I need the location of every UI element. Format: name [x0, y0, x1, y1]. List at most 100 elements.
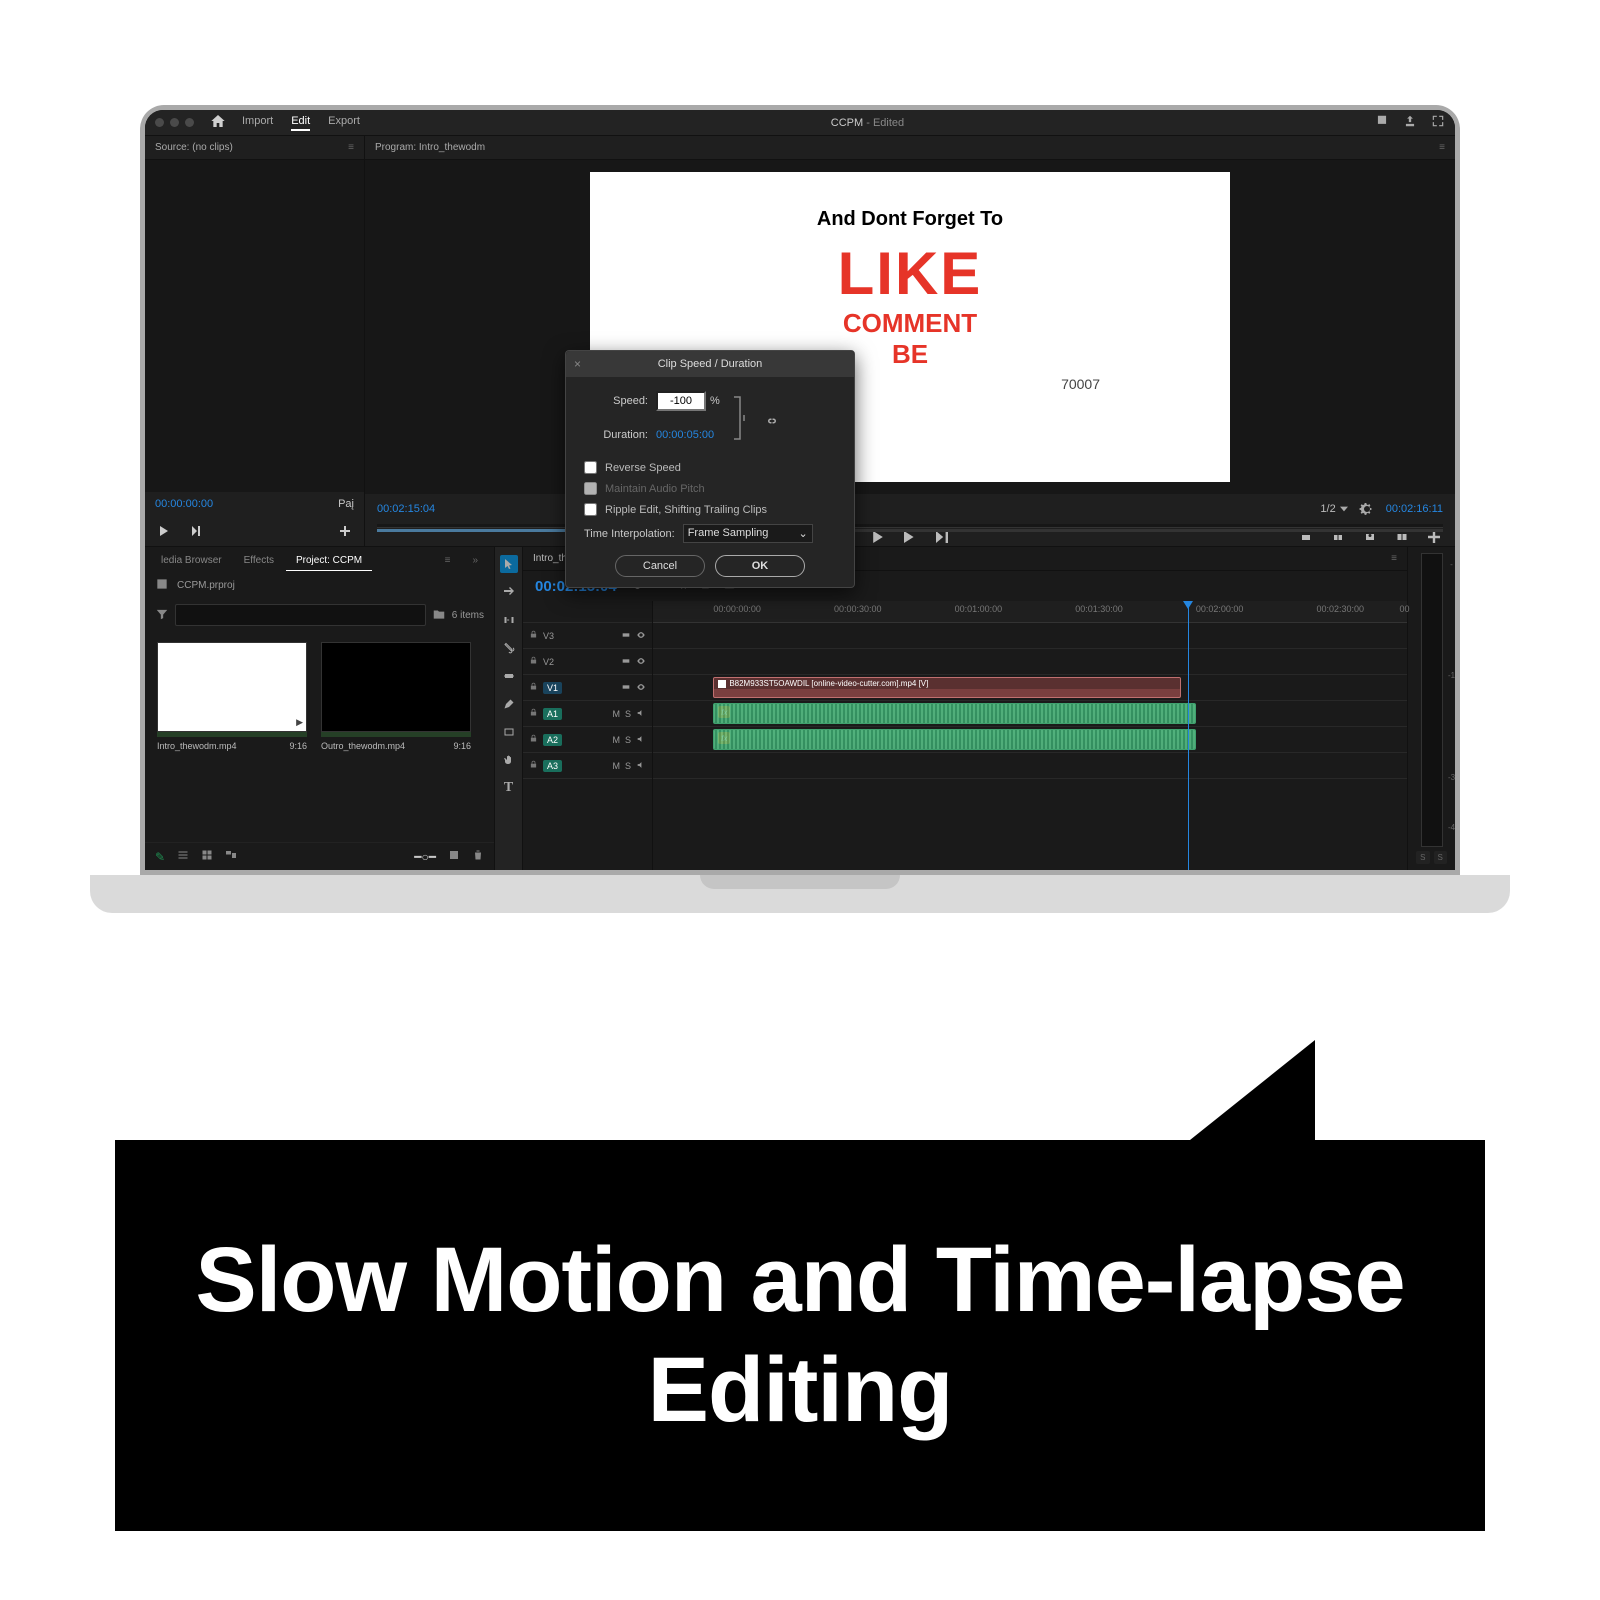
- program-monitor: And Dont Forget To LIKE COMMENT BE 70007: [365, 160, 1455, 494]
- audio-meters: - 0 -18 -36 -46 SS: [1407, 547, 1455, 870]
- solo-right[interactable]: S: [1434, 851, 1447, 864]
- dialog-title: × Clip Speed / Duration: [566, 351, 854, 377]
- track-v1[interactable]: B82M933ST5OAWDIL [online-video-cutter.co…: [653, 675, 1407, 701]
- ok-button[interactable]: OK: [715, 555, 805, 577]
- icon-view-icon[interactable]: [201, 849, 213, 864]
- traffic-close[interactable]: [155, 118, 164, 127]
- program-scrubber[interactable]: [377, 524, 1443, 528]
- close-icon[interactable]: ×: [574, 357, 581, 371]
- home-icon[interactable]: [210, 113, 226, 132]
- workspace-tabs[interactable]: Import Edit Export: [242, 115, 360, 131]
- tab-media-browser[interactable]: ledia Browser: [151, 551, 232, 571]
- settings-icon[interactable]: [1358, 500, 1376, 518]
- duration-value[interactable]: 00:00:05:00: [656, 429, 714, 441]
- link-icon[interactable]: [766, 415, 778, 427]
- track-a2[interactable]: fx: [653, 727, 1407, 753]
- duration-label: Duration:: [584, 429, 648, 441]
- time-interpolation-dropdown[interactable]: Frame Sampling ⌄: [683, 524, 813, 543]
- window-controls[interactable]: [155, 118, 194, 127]
- track-header-a2[interactable]: A2MS: [523, 727, 652, 753]
- traffic-max[interactable]: [185, 118, 194, 127]
- track-a3[interactable]: [653, 753, 1407, 779]
- program-bottom-bar: 00:02:15:04 Fit 1/2 00:02:16:11: [365, 494, 1455, 524]
- quick-export-icon[interactable]: [1375, 114, 1389, 131]
- tab-edit[interactable]: Edit: [291, 115, 310, 131]
- tab-import[interactable]: Import: [242, 115, 273, 131]
- freeform-view-icon[interactable]: [225, 849, 237, 864]
- zoom-slider[interactable]: ━○━: [414, 850, 436, 864]
- step-forward-icon[interactable]: [188, 522, 206, 540]
- solo-left[interactable]: S: [1416, 851, 1429, 864]
- panel-menu-icon[interactable]: ≡: [1391, 553, 1397, 564]
- tab-project[interactable]: Project: CCPM: [286, 551, 372, 571]
- play-icon[interactable]: [155, 522, 173, 540]
- program-timecode-left[interactable]: 00:02:15:04: [377, 503, 435, 515]
- project-panel: ledia Browser Effects Project: CCPM ≡ » …: [145, 547, 495, 870]
- panel-menu-icon[interactable]: ≡: [348, 142, 354, 153]
- program-panel-tab[interactable]: Program: Intro_thewodm ≡: [365, 136, 1455, 160]
- laptop-notch: [700, 875, 900, 889]
- playhead-handle[interactable]: [1183, 601, 1193, 609]
- playhead[interactable]: [1188, 601, 1189, 870]
- reverse-speed-checkbox[interactable]: Reverse Speed: [584, 461, 836, 474]
- track-header-v1[interactable]: V1: [523, 675, 652, 701]
- pen-tool-icon[interactable]: [500, 695, 518, 713]
- panel-menu-icon[interactable]: ≡: [435, 551, 461, 571]
- filter-bin-icon[interactable]: [155, 607, 169, 624]
- frame-text-comment: COMMENT: [843, 308, 977, 339]
- source-panel-tab[interactable]: Source: (no clips) ≡: [145, 136, 364, 160]
- fullscreen-icon[interactable]: [1431, 114, 1445, 131]
- resolution-dropdown[interactable]: 1/2: [1320, 503, 1347, 515]
- app-topbar: Import Edit Export CCPM - Edited: [145, 110, 1455, 136]
- video-clip[interactable]: B82M933ST5OAWDIL [online-video-cutter.co…: [713, 677, 1180, 698]
- source-timecode[interactable]: 00:00:00:00: [155, 498, 213, 510]
- percent-label: %: [710, 395, 720, 407]
- time-ruler[interactable]: 00:00:00:00 00:00:30:00 00:01:00:00 00:0…: [653, 601, 1407, 623]
- track-v3[interactable]: [653, 623, 1407, 649]
- razor-tool-icon[interactable]: [500, 639, 518, 657]
- laptop-bezel: Import Edit Export CCPM - Edited: [140, 105, 1460, 875]
- hand-tool-icon[interactable]: [500, 751, 518, 769]
- track-header-v3[interactable]: V3: [523, 623, 652, 649]
- program-timecode-right[interactable]: 00:02:16:11: [1386, 503, 1443, 515]
- audio-clip-a1[interactable]: fx: [713, 703, 1196, 724]
- clip-speed-dialog: × Clip Speed / Duration Speed: %: [565, 350, 855, 588]
- list-view-icon[interactable]: [177, 849, 189, 864]
- timeline-toolbar: T: [495, 547, 523, 870]
- tab-effects[interactable]: Effects: [234, 551, 284, 571]
- ripple-edit-icon[interactable]: [500, 611, 518, 629]
- project-tabs[interactable]: ledia Browser Effects Project: CCPM ≡ »: [145, 547, 494, 571]
- project-filename: CCPM.prproj: [177, 580, 235, 591]
- add-marker-icon[interactable]: [336, 522, 354, 540]
- rectangle-tool-icon[interactable]: [500, 723, 518, 741]
- speed-input[interactable]: [656, 391, 706, 411]
- new-bin-icon[interactable]: [432, 607, 446, 624]
- track-header-a3[interactable]: A3MS: [523, 753, 652, 779]
- tab-export[interactable]: Export: [328, 115, 360, 131]
- track-select-icon[interactable]: [500, 583, 518, 601]
- slip-tool-icon[interactable]: [500, 667, 518, 685]
- trash-icon[interactable]: [472, 849, 484, 864]
- thumbnail-intro[interactable]: ▶ Intro_thewodm.mp49:16: [157, 642, 307, 751]
- selection-tool-icon[interactable]: [500, 555, 518, 573]
- track-header-v2[interactable]: V2: [523, 649, 652, 675]
- panel-overflow-icon[interactable]: »: [462, 551, 488, 571]
- track-v2[interactable]: [653, 649, 1407, 675]
- frame-text-be: BE: [892, 339, 928, 370]
- speed-label: Speed:: [584, 395, 648, 407]
- ripple-edit-checkbox[interactable]: Ripple Edit, Shifting Trailing Clips: [584, 503, 836, 516]
- new-item-icon[interactable]: [448, 849, 460, 864]
- share-icon[interactable]: [1403, 114, 1417, 131]
- cancel-button[interactable]: Cancel: [615, 555, 705, 577]
- thumbnail-outro[interactable]: Outro_thewodm.mp49:16: [321, 642, 471, 751]
- pen-icon[interactable]: ✎: [155, 850, 165, 864]
- audio-clip-a2[interactable]: fx: [713, 729, 1196, 750]
- search-input[interactable]: [175, 604, 426, 626]
- track-header-a1[interactable]: A1MS: [523, 701, 652, 727]
- type-tool-icon[interactable]: T: [500, 779, 518, 797]
- panel-menu-icon[interactable]: ≡: [1439, 142, 1445, 153]
- laptop-mockup: Import Edit Export CCPM - Edited: [140, 105, 1460, 913]
- track-a1[interactable]: fx: [653, 701, 1407, 727]
- traffic-min[interactable]: [170, 118, 179, 127]
- timeline-tracks[interactable]: 00:00:00:00 00:00:30:00 00:01:00:00 00:0…: [653, 601, 1407, 870]
